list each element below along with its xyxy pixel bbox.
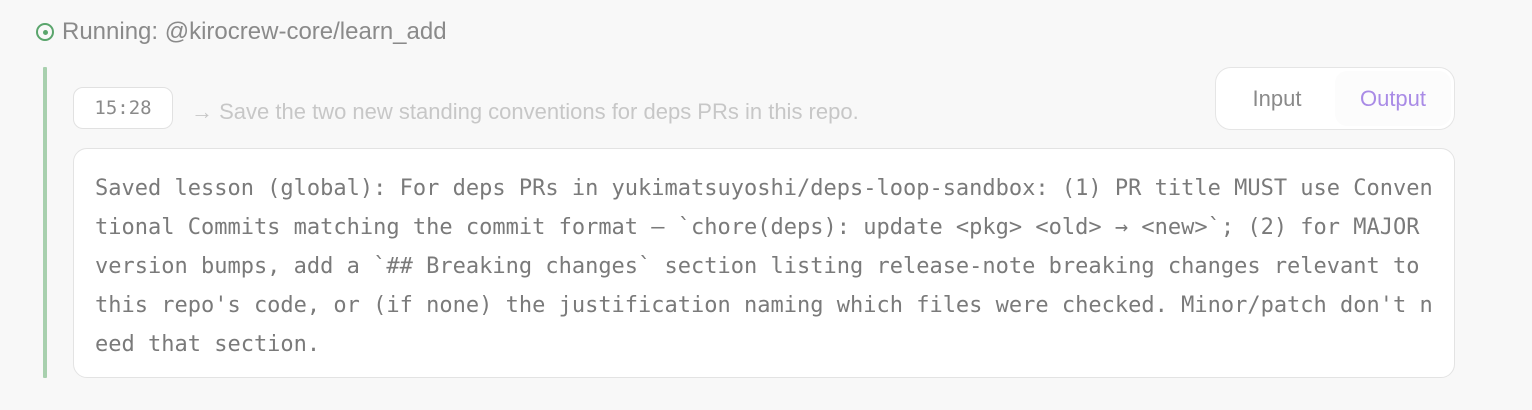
thread-rail <box>43 67 47 378</box>
io-tab-switch: Input Output <box>1215 67 1455 130</box>
tab-output[interactable]: Output <box>1335 71 1451 126</box>
run-status-header: Running: @kirocrew-core/learn_add <box>36 18 447 46</box>
run-status-text: Running: @kirocrew-core/learn_add <box>62 18 447 45</box>
step-prompt: → Save the two new standing conventions … <box>191 99 859 124</box>
running-circle-icon <box>36 23 54 41</box>
output-panel: Saved lesson (global): For deps PRs in y… <box>73 148 1455 378</box>
timestamp-badge: 15:28 <box>73 87 173 129</box>
tab-input[interactable]: Input <box>1219 71 1335 126</box>
